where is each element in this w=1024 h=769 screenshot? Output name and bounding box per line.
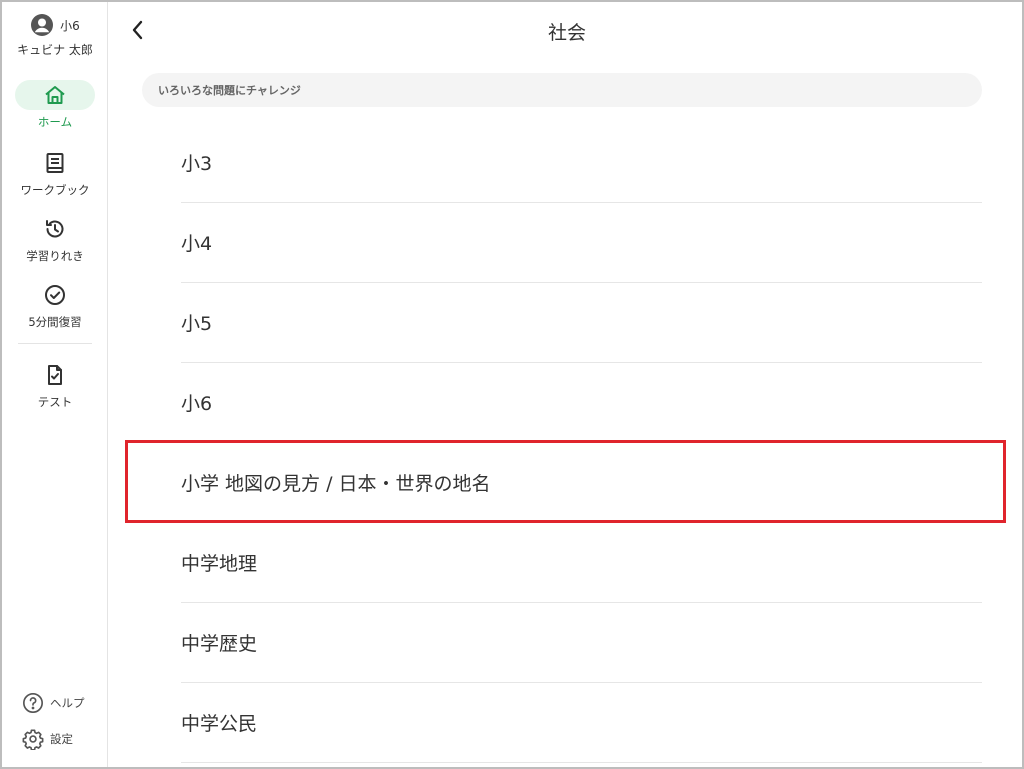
list-item-jh-history[interactable]: 中学歴史 — [181, 603, 982, 683]
list-item-label: 小6 — [181, 393, 213, 415]
list-item-label: 小3 — [181, 153, 213, 175]
page-title: 社会 — [547, 22, 586, 44]
user-profile[interactable]: 小6 キュビナ 太郎 — [2, 12, 108, 58]
sidebar-item-workbook[interactable]: ワークブック — [2, 148, 108, 198]
sidebar-item-label: ワークブック — [20, 183, 90, 197]
gear-icon — [22, 729, 44, 750]
user-name: キュビナ 太郎 — [17, 43, 93, 57]
avatar-icon — [31, 14, 54, 36]
sidebar: 小6 キュビナ 太郎 ホーム ワークブック 学習りれき 5分間復習 テスト ヘル… — [2, 2, 108, 767]
sidebar-item-label: テスト — [37, 395, 73, 409]
book-icon — [46, 153, 64, 173]
list-item-grade4[interactable]: 小4 — [181, 203, 982, 283]
sidebar-item-label: 5分間復習 — [28, 315, 82, 329]
help-label: ヘルプ — [50, 696, 85, 710]
list-item-label: 中学歴史 — [181, 633, 258, 655]
list-item-jh-geography[interactable]: 中学地理 — [181, 523, 982, 603]
settings-label: 設定 — [50, 732, 73, 746]
list-item-label: 小学 地図の見方 / 日本・世界の地名 — [181, 473, 491, 495]
test-pill — [15, 360, 95, 390]
workbook-pill — [15, 148, 95, 178]
list-item-grade5[interactable]: 小5 — [181, 283, 982, 363]
sidebar-item-test[interactable]: テスト — [2, 360, 108, 410]
course-list: 小3 小4 小5 小6 小学 地図の見方 / 日本・世界の地名 中学地理 中学歴… — [181, 123, 982, 763]
challenge-banner-label: いろいろな問題にチャレンジ — [158, 84, 301, 97]
sidebar-divider — [18, 343, 92, 344]
list-item-map-reading[interactable]: 小学 地図の見方 / 日本・世界の地名 — [181, 443, 982, 523]
history-pill — [15, 214, 95, 244]
help-button[interactable]: ヘルプ — [22, 692, 85, 714]
list-item-label: 中学公民 — [181, 713, 258, 735]
list-item-label: 小5 — [181, 313, 213, 335]
sidebar-item-review[interactable]: 5分間復習 — [2, 280, 108, 330]
sidebar-item-history[interactable]: 学習りれき — [2, 214, 108, 264]
home-pill — [15, 80, 95, 110]
list-item-label: 小4 — [181, 233, 213, 255]
home-icon — [45, 86, 65, 104]
history-icon — [46, 220, 64, 238]
challenge-banner[interactable]: いろいろな問題にチャレンジ — [142, 73, 982, 107]
list-item-label: 中学地理 — [181, 553, 258, 575]
sidebar-item-label: 学習りれき — [26, 249, 84, 263]
user-row: 小6 — [2, 12, 108, 38]
settings-button[interactable]: 設定 — [22, 728, 73, 750]
user-grade: 小6 — [60, 18, 80, 33]
help-icon — [23, 693, 43, 713]
test-document-icon — [48, 365, 62, 385]
check-circle-icon — [45, 285, 65, 305]
list-item-jh-civics[interactable]: 中学公民 — [181, 683, 982, 763]
sidebar-item-home[interactable]: ホーム — [2, 80, 108, 130]
list-item-grade3[interactable]: 小3 — [181, 123, 982, 203]
sidebar-item-label: ホーム — [37, 115, 73, 129]
review-pill — [15, 280, 95, 310]
list-item-grade6[interactable]: 小6 — [181, 363, 982, 443]
